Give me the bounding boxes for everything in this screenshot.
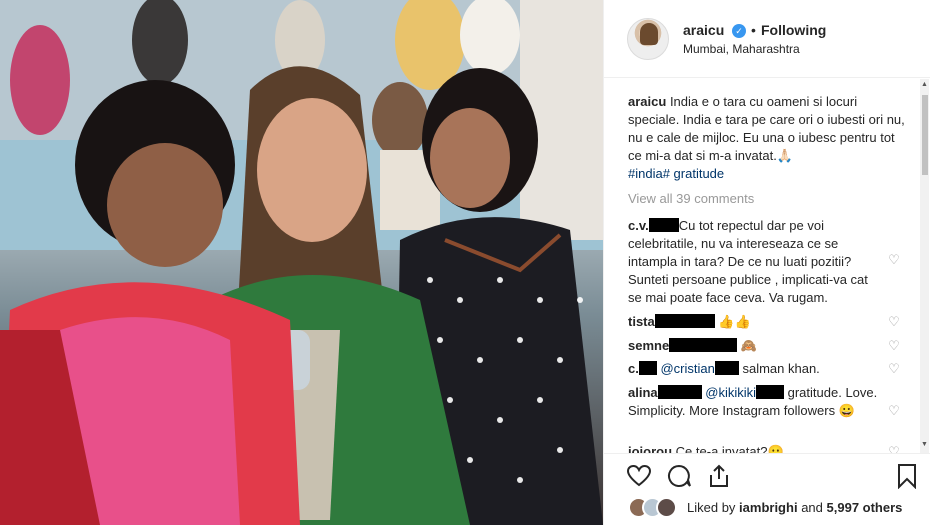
comment-item: c.v. Cu tot repectul dar pe voi celebrita… [628,217,878,307]
likes-summary: Liked by iambrighi and 5,997 others [687,500,902,515]
verified-badge-icon: ✓ [732,24,746,38]
comment-mention[interactable]: @kikikiki [705,385,756,400]
follow-status-button[interactable]: Following [761,22,826,38]
comment-mention[interactable]: @cristian [660,361,714,376]
post-caption: araicu India e o tara cu oameni si locur… [628,93,908,183]
comment-text: 👍👍 [718,314,751,329]
comment-like-heart-icon[interactable]: ♡ [887,362,901,376]
scroll-up-arrow-icon[interactable]: ▲ [921,81,928,88]
liker-avatars[interactable] [628,497,690,519]
comment-username[interactable]: c. [628,361,639,376]
comment-item: ioiorou Ce te-a invatat?😐 [628,443,878,453]
comment-text: Ce te-a invatat?😐 [675,444,784,453]
author-username[interactable]: araicu [683,22,724,38]
author-avatar[interactable] [627,18,669,60]
comments-scroll-thumb[interactable] [922,95,928,175]
view-all-comments-link[interactable]: View all 39 comments [628,191,754,206]
heart-icon[interactable] [626,463,652,489]
post-actions: Liked by iambrighi and 5,997 others [604,453,930,525]
redaction-bar [714,361,739,375]
redaction-bar [756,385,784,399]
comment-username[interactable]: alina [628,385,658,400]
photo-illustration [0,0,603,525]
comment-text: 🙈 [740,338,758,353]
comment-icon[interactable] [666,463,692,489]
comment-like-heart-icon[interactable]: ♡ [887,404,901,418]
comment-item: tista 👍👍 [628,313,878,331]
redaction-bar [638,361,657,375]
comment-like-heart-icon[interactable]: ♡ [887,445,901,454]
redaction-bar [669,338,738,352]
comment-item: semne 🙈 [628,337,878,355]
comment-username[interactable]: c.v. [628,218,649,233]
caption-username[interactable]: araicu [628,94,666,109]
post-location[interactable]: Mumbai, Maharashtra [683,42,800,56]
comments-list[interactable]: araicu India e o tara cu oameni si locur… [604,79,930,453]
scroll-down-arrow-icon[interactable]: ▼ [921,441,928,448]
comment-item: c. @cristian salman khan. [628,360,878,378]
likes-connector: and [801,500,823,515]
likes-prefix: Liked by [687,500,736,515]
caption-text: India e o tara cu oameni si locuri speci… [628,94,905,163]
comment-item: alina @kikikiki gratitude. Love. Simplic… [628,384,878,420]
caption-hashtags[interactable]: #india# gratitude [628,166,724,181]
header-separator: • [751,22,756,38]
redaction-bar [654,314,715,328]
avatar [656,497,677,518]
redaction-bar [648,218,679,232]
comment-username[interactable]: tista [628,314,655,329]
comment-text: salman khan. [742,361,820,376]
comment-username[interactable]: semne [628,338,669,353]
comment-username[interactable]: ioiorou [628,444,672,453]
likes-others-link[interactable]: 5,997 others [827,500,903,515]
post-photo[interactable] [0,0,603,525]
comment-like-heart-icon[interactable]: ♡ [887,315,901,329]
instagram-post: araicu ✓ • Following Mumbai, Maharashtra… [0,0,930,525]
comment-like-heart-icon[interactable]: ♡ [887,339,901,353]
share-icon[interactable] [706,463,732,489]
post-side-panel: araicu ✓ • Following Mumbai, Maharashtra… [603,0,930,525]
comment-like-heart-icon[interactable]: ♡ [887,253,901,267]
redaction-bar [657,385,702,399]
post-header: araicu ✓ • Following Mumbai, Maharashtra [604,0,930,78]
liker-username[interactable]: iambrighi [739,500,798,515]
bookmark-icon[interactable] [894,463,920,489]
